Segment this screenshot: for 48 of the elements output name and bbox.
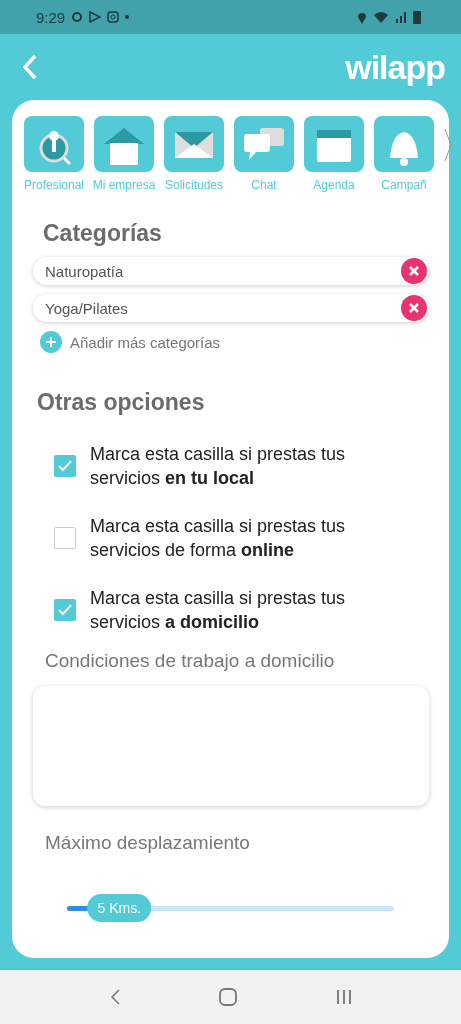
- option-text: Marca esta casilla si prestas tus servicios de forma online: [90, 515, 347, 562]
- check-icon: [58, 604, 72, 616]
- category-name: Yoga/Pilates: [45, 299, 128, 317]
- menu-tile-icon[interactable]: [24, 116, 84, 172]
- recents-icon[interactable]: [335, 989, 352, 1005]
- menu-tile-icon[interactable]: [94, 116, 154, 172]
- menu-tab-label[interactable]: Solicitudes: [165, 178, 223, 192]
- add-button[interactable]: [40, 331, 62, 353]
- menu-tab-label[interactable]: Chat: [251, 178, 277, 192]
- section-title: Categorías: [43, 220, 163, 247]
- close-icon: [409, 266, 419, 276]
- signal-icon: [395, 11, 407, 23]
- remove-button[interactable]: [401, 258, 427, 284]
- plus-icon: [46, 337, 56, 347]
- menu-tile-icon[interactable]: [374, 116, 434, 172]
- add-categories-link[interactable]: Añadir más categorías: [70, 333, 221, 351]
- close-icon: [409, 303, 419, 313]
- check-icon: [58, 460, 72, 472]
- chevron-right-icon[interactable]: [444, 128, 452, 162]
- status-time: 9:29: [36, 8, 66, 26]
- menu-tile-icon[interactable]: [234, 116, 294, 172]
- menu-tab-label[interactable]: Profesional: [24, 178, 85, 192]
- distance-slider[interactable]: 5 Kms.: [67, 894, 394, 922]
- play-icon: [89, 11, 102, 23]
- dot-icon: [125, 15, 130, 19]
- field-label: Condiciones de trabajo a domicilio: [45, 650, 336, 672]
- field-label: Máximo desplazamiento: [45, 832, 251, 854]
- menu-tile-icon[interactable]: [164, 116, 224, 172]
- back-icon[interactable]: [109, 989, 120, 1005]
- checkbox[interactable]: [54, 455, 76, 477]
- home-icon[interactable]: [218, 988, 237, 1006]
- menu-tab-label[interactable]: Campañ: [381, 178, 427, 192]
- option-text: Marca esta casilla si prestas tus servicios a domicilio: [90, 587, 347, 634]
- conditions-field[interactable]: [33, 686, 429, 806]
- section-title: Otras opciones: [37, 389, 206, 416]
- menu-tab-label[interactable]: Agenda: [313, 178, 355, 192]
- slider-thumb[interactable]: 5 Kms.: [87, 894, 152, 922]
- battery-icon: [413, 10, 421, 24]
- option-text: Marca esta casilla si prestas tus servicios en tu local: [90, 443, 347, 490]
- category-name: Naturopatía: [45, 262, 124, 280]
- checkbox[interactable]: [54, 527, 76, 549]
- wilapp-logo: wilapp: [345, 47, 445, 87]
- menu-tab-label[interactable]: Mi empresa: [92, 178, 156, 192]
- checkbox[interactable]: [54, 599, 76, 621]
- menu-tile-icon[interactable]: [304, 116, 364, 172]
- location-icon: [357, 10, 367, 24]
- wifi-icon: [373, 11, 389, 23]
- remove-button[interactable]: [401, 295, 427, 321]
